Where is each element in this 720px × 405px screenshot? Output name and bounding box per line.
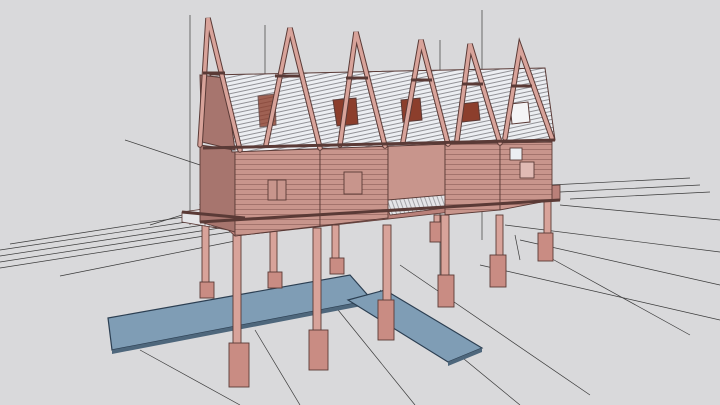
walkway-right — [346, 289, 484, 366]
model-scene — [0, 10, 720, 405]
3d-viewport[interactable] — [0, 0, 720, 405]
